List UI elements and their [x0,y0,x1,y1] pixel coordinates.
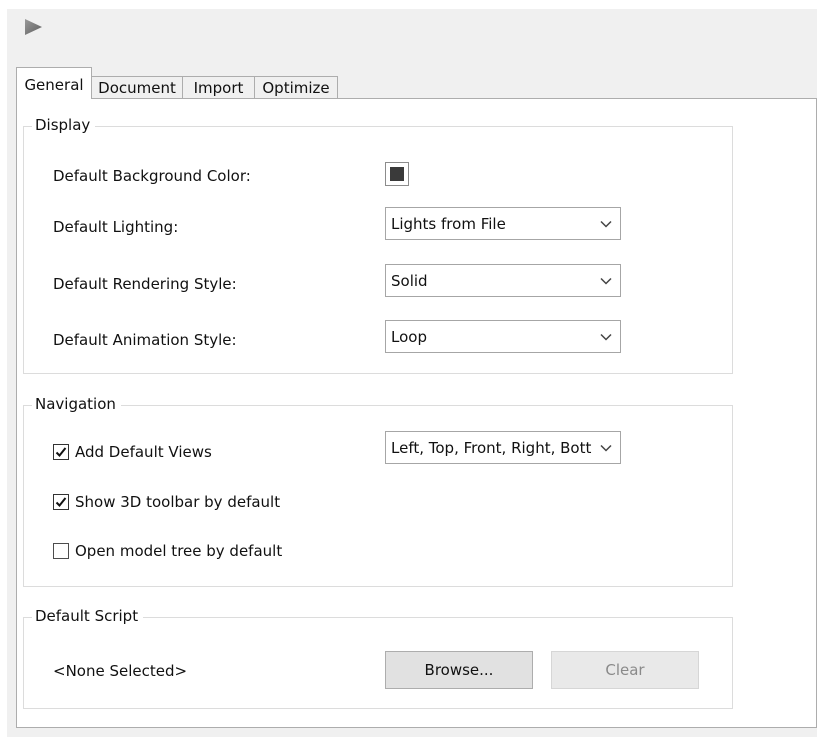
browse-button[interactable]: Browse... [385,651,533,689]
default-background-color-label: Default Background Color: [53,167,251,185]
selected-script-text: <None Selected> [53,662,188,680]
show-3d-toolbar-checkbox[interactable] [53,494,69,510]
default-lighting-dropdown[interactable]: Lights from File [385,207,621,240]
default-views-dropdown[interactable]: Left, Top, Front, Right, Bott [385,431,621,464]
background-color-fill [390,167,404,181]
clear-button[interactable]: Clear [551,651,699,689]
default-rendering-style-dropdown[interactable]: Solid [385,264,621,297]
chevron-down-icon [600,444,612,452]
display-group: Display Default Background Color: Defaul… [23,115,733,374]
chevron-down-icon [600,333,612,341]
default-rendering-style-label: Default Rendering Style: [53,275,237,293]
checkmark-icon [55,447,67,457]
open-model-tree-label[interactable]: Open model tree by default [75,541,282,561]
default-lighting-label: Default Lighting: [53,218,179,236]
chevron-down-icon [600,277,612,285]
default-animation-style-dropdown[interactable]: Loop [385,320,621,353]
default-animation-style-value: Loop [391,328,427,346]
tab-optimize[interactable]: Optimize [254,76,338,98]
add-default-views-checkbox[interactable] [53,444,69,460]
navigation-group-title: Navigation [32,394,121,414]
tab-general[interactable]: General [16,67,92,99]
display-group-title: Display [32,115,96,135]
navigation-group: Navigation Add Default Views Left, Top, … [23,394,733,587]
checkmark-icon [55,497,67,507]
tab-document[interactable]: Document [91,76,183,98]
default-animation-style-label: Default Animation Style: [53,331,237,349]
open-model-tree-checkbox[interactable] [53,543,69,559]
background-color-swatch[interactable] [385,162,409,186]
tab-import[interactable]: Import [182,76,255,98]
default-rendering-style-value: Solid [391,272,428,290]
general-tab-panel: Display Default Background Color: Defaul… [16,98,817,728]
add-default-views-label[interactable]: Add Default Views [75,442,212,462]
preferences-window: General Document Import Optimize Display… [7,9,817,737]
default-lighting-value: Lights from File [391,215,506,233]
show-3d-toolbar-label[interactable]: Show 3D toolbar by default [75,492,280,512]
default-views-value: Left, Top, Front, Right, Bott [391,439,592,457]
default-script-group-title: Default Script [32,606,144,626]
chevron-down-icon [600,220,612,228]
default-script-group: Default Script <None Selected> Browse...… [23,606,733,709]
